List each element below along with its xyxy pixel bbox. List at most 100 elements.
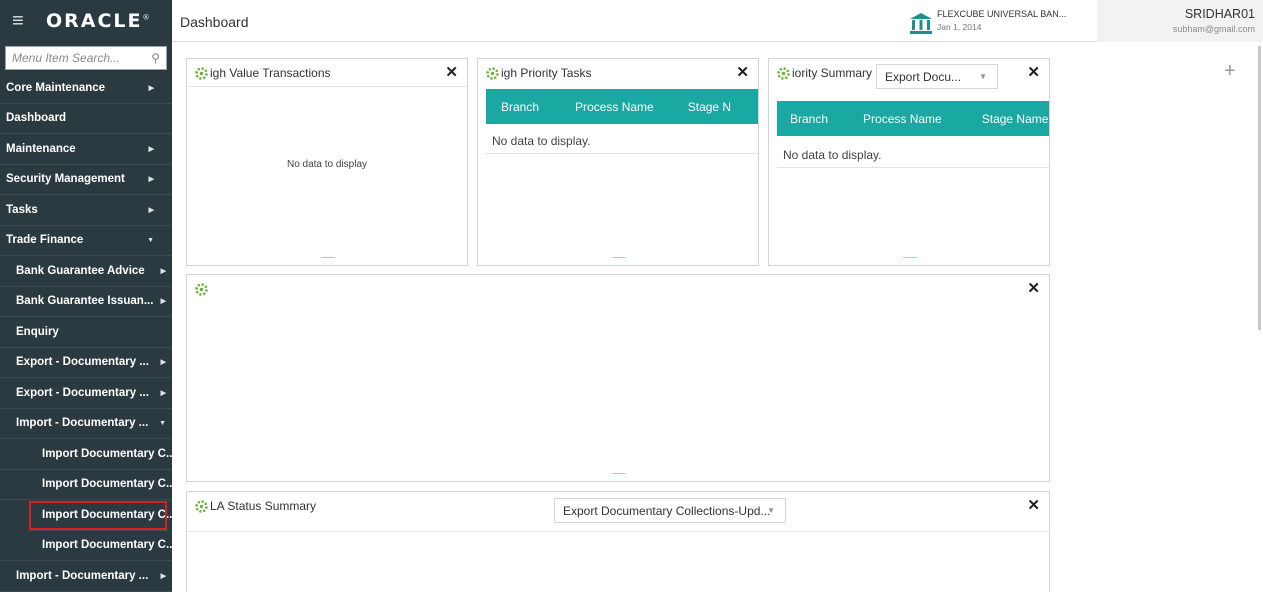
select-value: Export Docu...	[885, 69, 962, 84]
gear-icon[interactable]	[777, 66, 790, 80]
page-scrollbar[interactable]	[1258, 46, 1261, 330]
column-header-process-name[interactable]: Process Name	[863, 112, 942, 126]
collapse-arrow-icon: ▼	[147, 236, 154, 244]
top-header: Dashboard FLEXCUBE UNIVERSAL BAN... Jan …	[172, 0, 1263, 42]
menu-item-export-documentary-1[interactable]: Export - Documentary ... ▶	[0, 348, 172, 378]
menu-item-security-management[interactable]: Security Management ▶	[0, 165, 172, 195]
gear-icon[interactable]	[486, 66, 499, 80]
menu-item-label: Bank Guarantee Issuan...	[16, 295, 154, 308]
close-icon[interactable]: ✕	[445, 63, 458, 81]
menu-item-label: Import - Documentary ...	[16, 417, 149, 430]
collapse-arrow-icon: ▼	[159, 419, 166, 427]
expand-arrow-icon: ▶	[160, 389, 166, 397]
menu-item-import-documentary-c-2[interactable]: Import Documentary C...	[0, 470, 172, 500]
menu-item-label: Core Maintenance	[6, 81, 106, 94]
close-icon[interactable]: ✕	[736, 63, 749, 81]
brand-bar: ≡ ORACLE®	[0, 0, 172, 42]
expand-arrow-icon: ▶	[148, 206, 154, 214]
menu-item-label: Dashboard	[6, 112, 67, 125]
menu-list: Core Maintenance ▶ Dashboard Maintenance ▶…	[0, 73, 172, 592]
column-header-branch[interactable]: Branch	[790, 112, 828, 126]
oracle-logo: ORACLE®	[46, 10, 150, 32]
select-value: Export Documentary Collections-Upd...	[563, 503, 771, 518]
oracle-logo-text: ORACLE	[46, 10, 143, 32]
widget-title-text: LA Status Summary	[210, 499, 317, 513]
widget-title-text: igh Priority Tasks	[501, 66, 592, 80]
expand-arrow-icon: ▶	[148, 84, 154, 92]
menu-item-label: Import Documentary C...	[42, 478, 172, 491]
widget-title-text: iority Summary	[792, 66, 873, 80]
table-header: Branch Process Name Stage Name	[777, 101, 1049, 136]
chevron-down-icon: ▼	[979, 72, 987, 81]
expand-arrow-icon: ▶	[148, 176, 154, 184]
menu-search-input[interactable]	[12, 51, 152, 65]
menu-item-bank-guarantee-advice[interactable]: Bank Guarantee Advice ▶	[0, 256, 172, 287]
menu-item-trade-finance[interactable]: Trade Finance ▼	[0, 226, 172, 256]
user-email: subham@gmail.com	[1172, 24, 1255, 34]
menu-search-box[interactable]: ⚲	[5, 46, 167, 70]
add-widget-icon[interactable]: +	[1224, 60, 1236, 83]
expand-arrow-icon: ▶	[160, 298, 166, 306]
close-icon[interactable]: ✕	[1027, 496, 1040, 514]
menu-item-import-documentary-c-1[interactable]: Import Documentary C...	[0, 439, 172, 470]
resize-handle[interactable]	[612, 473, 626, 474]
resize-handle[interactable]	[321, 257, 335, 258]
menu-item-import-documentary[interactable]: Import - Documentary ... ▼	[0, 409, 172, 439]
search-icon[interactable]: ⚲	[151, 51, 160, 65]
menu-item-export-documentary-2[interactable]: Export - Documentary ... ▶	[0, 378, 172, 409]
gear-icon[interactable]	[195, 283, 208, 296]
menu-item-import-documentary-c-4[interactable]: Import Documentary C...	[0, 531, 172, 561]
process-filter-select[interactable]: Export Docu... ▼	[876, 64, 998, 89]
menu-item-label: Import Documentary C...	[42, 447, 172, 460]
widget-title	[195, 283, 210, 301]
gear-icon[interactable]	[195, 66, 208, 80]
column-header-stage-name[interactable]: Stage Name	[982, 112, 1049, 126]
widget-sla-status-summary: LA Status Summary ✕ Export Documentary C…	[186, 491, 1050, 592]
expand-arrow-icon: ▶	[160, 267, 166, 275]
widget-high-value-transactions: igh Value Transactions ✕ No data to disp…	[186, 58, 468, 266]
user-menu[interactable]: SRIDHAR01 subham@gmail.com	[1097, 0, 1263, 42]
expand-arrow-icon: ▶	[148, 145, 154, 153]
menu-item-import-documentary-c-3-highlighted[interactable]: Import Documentary C...	[28, 500, 172, 531]
widget-priority-summary: iority Summary ✕ Export Docu... ▼ Branch…	[768, 58, 1050, 266]
column-header-branch[interactable]: Branch	[501, 100, 539, 114]
column-header-stage-name[interactable]: Stage N	[688, 100, 731, 114]
menu-item-label: Trade Finance	[6, 234, 84, 247]
process-filter-select[interactable]: Export Documentary Collections-Upd... ▼	[554, 498, 786, 523]
chevron-down-icon: ▼	[767, 506, 775, 515]
widget-untitled: ✕	[186, 274, 1050, 482]
menu-item-label: Enquiry	[16, 325, 59, 338]
table-header: Branch Process Name Stage N	[486, 89, 758, 124]
hamburger-menu-icon[interactable]: ≡	[12, 11, 34, 31]
menu-item-import-documentary-2[interactable]: Import - Documentary ... ▶	[0, 561, 172, 592]
no-data-message: No data to display.	[492, 134, 591, 148]
widget-title: LA Status Summary	[195, 499, 316, 513]
menu-item-maintenance[interactable]: Maintenance ▶	[0, 134, 172, 165]
gear-icon[interactable]	[195, 499, 208, 513]
widget-header: igh Value Transactions ✕	[187, 59, 467, 87]
no-data-message: No data to display	[286, 159, 368, 170]
sidebar: ≡ ORACLE® ⚲ Core Maintenance ▶ Dashboard …	[0, 0, 172, 592]
menu-item-label: Export - Documentary ...	[16, 386, 149, 399]
bank-building-icon[interactable]	[909, 11, 933, 35]
menu-item-tasks[interactable]: Tasks ▶	[0, 195, 172, 226]
row-divider	[486, 153, 758, 154]
registered-mark: ®	[142, 13, 150, 22]
menu-item-label: Import - Documentary ...	[16, 569, 149, 582]
user-name: SRIDHAR01	[1184, 7, 1255, 21]
menu-item-enquiry[interactable]: Enquiry	[0, 317, 172, 348]
close-icon[interactable]: ✕	[1027, 63, 1040, 81]
close-icon[interactable]: ✕	[1027, 279, 1040, 297]
resize-handle[interactable]	[903, 257, 917, 258]
menu-item-bank-guarantee-issuance[interactable]: Bank Guarantee Issuan... ▶	[0, 287, 172, 317]
menu-item-label: Import Documentary C...	[42, 539, 172, 552]
menu-item-label: Bank Guarantee Advice	[16, 264, 145, 277]
menu-item-core-maintenance[interactable]: Core Maintenance ▶	[0, 73, 172, 104]
expand-arrow-icon: ▶	[160, 572, 166, 580]
column-header-process-name[interactable]: Process Name	[575, 100, 654, 114]
bank-name[interactable]: FLEXCUBE UNIVERSAL BAN...	[937, 9, 1066, 19]
resize-handle[interactable]	[612, 257, 626, 258]
menu-item-dashboard[interactable]: Dashboard	[0, 104, 172, 134]
menu-item-label: Tasks	[6, 203, 38, 216]
widget-title-text: igh Value Transactions	[210, 66, 331, 80]
